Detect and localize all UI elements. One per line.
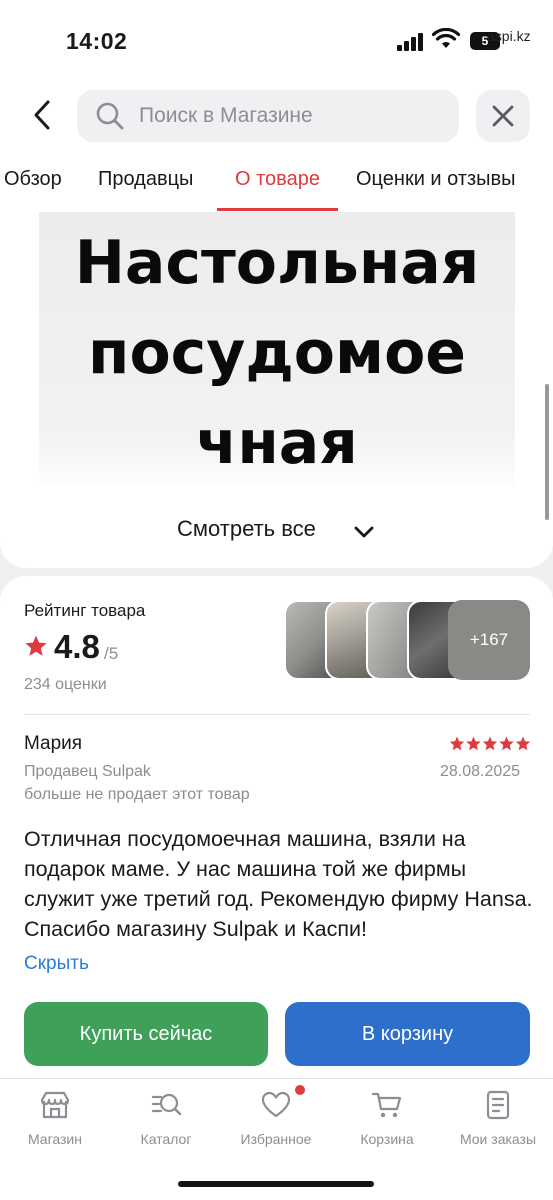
nav-label: Мои заказы — [459, 1131, 537, 1147]
tab-overview[interactable]: Обзор — [4, 168, 62, 191]
review-seller-note: больше не продает этот товар — [24, 786, 250, 803]
store-icon — [40, 1091, 70, 1119]
home-indicator[interactable] — [178, 1181, 374, 1187]
nav-label: Каталог — [140, 1131, 192, 1147]
description-image-line: чная — [196, 408, 358, 478]
tab-sellers[interactable]: Продавцы — [98, 168, 193, 191]
close-button[interactable] — [476, 90, 530, 142]
hide-review-link[interactable]: Скрыть — [24, 953, 89, 975]
star-icon — [466, 736, 481, 751]
tab-reviews[interactable]: Оценки и отзывы — [356, 168, 516, 191]
star-icon — [25, 635, 47, 656]
description-image-line: посудомое — [88, 318, 466, 388]
see-all-button[interactable]: Смотреть все — [177, 516, 316, 542]
buy-now-button[interactable]: Купить сейчас — [24, 1002, 268, 1066]
active-tab-indicator — [217, 208, 338, 211]
star-icon — [482, 736, 498, 751]
more-photos-button[interactable]: +167 — [448, 600, 530, 680]
search-icon — [96, 102, 124, 130]
review-stars — [449, 736, 531, 751]
description-image-line: Настольная — [74, 228, 480, 298]
divider — [24, 714, 530, 715]
rating-count: 234 оценки — [24, 676, 107, 693]
search-input[interactable] — [139, 90, 449, 142]
signal-icon — [397, 33, 425, 51]
review-photos[interactable]: +167 — [284, 600, 530, 680]
review-text: Отличная посудомоечная машина, взяли на … — [24, 827, 533, 941]
wifi-icon — [432, 28, 460, 48]
cart-icon — [371, 1092, 402, 1118]
reviews-card: Рейтинг товара 4.8 /5 234 оценки +167 Ма… — [0, 576, 553, 1080]
nav-label: Избранное — [240, 1131, 312, 1147]
chevron-down-icon[interactable] — [352, 520, 376, 544]
scrollbar[interactable] — [545, 384, 549, 520]
heart-icon — [261, 1091, 291, 1118]
review-seller: Продавец Sulpak — [24, 763, 151, 780]
nav-item-orders[interactable]: Мои заказы — [443, 1089, 553, 1159]
review-date: 28.08.2025 — [440, 763, 521, 780]
close-icon — [492, 105, 514, 127]
watermark-text: aspi.kz — [487, 28, 531, 44]
orders-icon — [486, 1090, 510, 1120]
nav-item-store[interactable]: Магазин — [0, 1089, 110, 1159]
back-button[interactable] — [22, 94, 62, 136]
status-time: 14:02 — [66, 28, 128, 54]
nav-label: Магазин — [27, 1131, 82, 1147]
description-image: Настольная посудомое чная — [39, 212, 515, 486]
star-icon — [515, 736, 531, 751]
status-bar: 14:02 5 aspi.kz — [0, 0, 553, 80]
tab-bar: Обзор Продавцы О товаре Оценки и отзывы — [0, 154, 553, 212]
bottom-nav: Магазин Каталог Избранное Корзина Мои за… — [0, 1078, 553, 1200]
star-icon — [449, 736, 465, 751]
catalog-icon — [151, 1093, 182, 1116]
rating-label: Рейтинг товара — [24, 601, 146, 620]
tab-about-product[interactable]: О товаре — [235, 168, 320, 191]
search-bar[interactable] — [77, 90, 459, 142]
star-icon — [499, 736, 514, 751]
nav-item-favorites[interactable]: Избранное — [221, 1085, 331, 1159]
reviewer-name: Мария — [24, 733, 83, 754]
rating-max: /5 — [104, 644, 119, 663]
nav-item-catalog[interactable]: Каталог — [111, 1089, 221, 1159]
add-to-cart-button[interactable]: В корзину — [285, 1002, 530, 1066]
nav-item-cart[interactable]: Корзина — [332, 1089, 442, 1159]
description-card: Настольная посудомое чная Смотреть все — [0, 212, 553, 568]
header — [0, 80, 553, 154]
nav-label: Корзина — [360, 1131, 414, 1147]
notification-badge — [295, 1085, 305, 1095]
rating-value: 4.8 — [54, 628, 100, 665]
chevron-left-icon — [34, 100, 50, 130]
